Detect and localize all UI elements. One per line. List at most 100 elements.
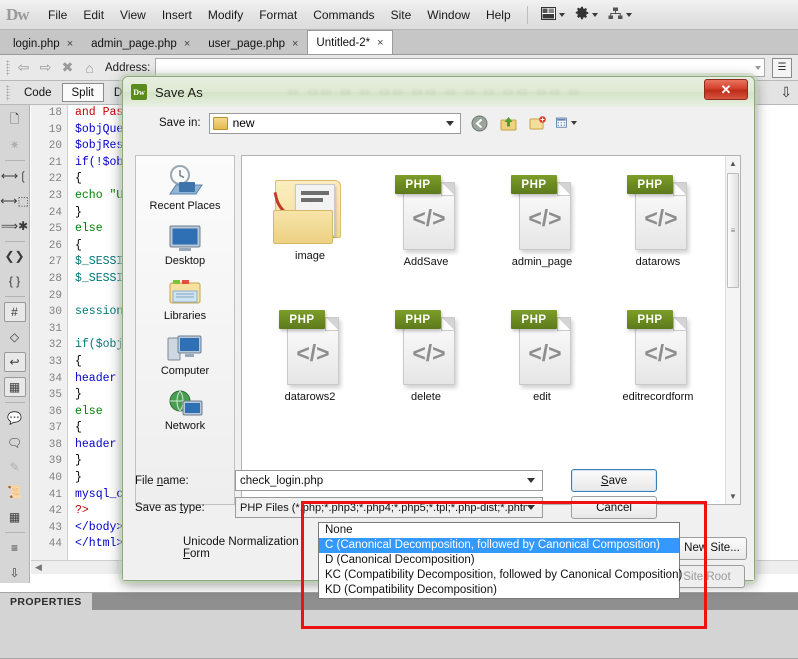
cancel-button[interactable]: Cancel (571, 496, 657, 519)
toolbar-grip[interactable] (6, 84, 10, 101)
close-button[interactable]: ✕ (704, 79, 748, 100)
word-wrap-icon[interactable]: ↩ (3, 352, 26, 372)
menu-view[interactable]: View (112, 4, 154, 26)
properties-tab[interactable]: PROPERTIES (0, 593, 92, 610)
collapse-selection-icon[interactable]: ⟷⬚ (0, 191, 29, 211)
syntax-color-icon[interactable]: ▦ (3, 376, 26, 397)
tab-label: login.php (13, 38, 60, 50)
expand-all-icon[interactable]: ⟹✱ (1, 216, 28, 236)
file-list-scrollbar[interactable]: ▲ ≡ ▼ (725, 156, 740, 504)
forward-icon[interactable]: ⇨ (37, 59, 54, 76)
views-icon[interactable] (555, 113, 577, 134)
balance-braces-icon[interactable]: { } (4, 271, 26, 291)
more-icon[interactable]: ⇩ (4, 563, 26, 583)
file-list[interactable]: image </> PHP AddSave </> PHP admin_page… (241, 155, 741, 505)
tab-user-page-php[interactable]: user_page.php × (199, 33, 308, 54)
new-document-icon[interactable]: 🗋 (4, 110, 26, 130)
save-in-combo[interactable]: new (208, 112, 461, 134)
stop-icon[interactable]: ✖ (59, 59, 76, 76)
highlight-code-icon[interactable]: ◇ (4, 327, 26, 347)
site-root-label: Site Root (683, 570, 731, 583)
close-icon[interactable]: × (67, 38, 73, 50)
dropdown-option-d[interactable]: D (Canonical Decomposition) (319, 553, 679, 568)
file-item-admin-page[interactable]: </> PHP admin_page (484, 166, 600, 301)
chevron-down-icon[interactable] (527, 505, 535, 510)
move-css-rules-icon[interactable]: ▦ (4, 507, 26, 527)
up-one-level-icon[interactable] (498, 113, 519, 134)
menu-format[interactable]: Format (251, 4, 305, 26)
file-item-edit[interactable]: </> PHP edit (484, 301, 600, 436)
menu-edit[interactable]: Edit (75, 4, 112, 26)
file-item-editrecordform[interactable]: </> PHP editrecordform (600, 301, 716, 436)
new-folder-icon[interactable] (527, 113, 548, 134)
tab-login-php[interactable]: login.php × (4, 33, 83, 54)
save-button[interactable]: Save (571, 469, 657, 492)
document-tab-bar: login.php × admin_page.php × user_page.p… (0, 30, 798, 55)
file-name-input[interactable]: check_login.php (235, 470, 543, 491)
file-management-icon[interactable]: ☰ (772, 57, 792, 78)
menu-site[interactable]: Site (383, 4, 420, 26)
view-button-split[interactable]: Split (61, 83, 104, 102)
menu-insert[interactable]: Insert (154, 4, 200, 26)
close-icon[interactable]: × (377, 37, 383, 49)
view-button-code[interactable]: Code (14, 83, 62, 102)
place-computer[interactable]: Computer (139, 331, 231, 380)
collapse-full-tag-icon[interactable]: ⟷❲ (1, 166, 28, 186)
new-site-label: New Site... (684, 542, 740, 554)
site-management-button[interactable] (603, 4, 637, 26)
tab-untitled-2[interactable]: Untitled-2* × (307, 30, 393, 54)
file-item-delete[interactable]: </> PHP delete (368, 301, 484, 436)
tab-admin-page-php[interactable]: admin_page.php × (82, 33, 200, 54)
unicode-normalization-dropdown[interactable]: None C (Canonical Decomposition, followe… (318, 522, 682, 599)
dialog-title-bar[interactable]: Dw Save As ▭ ▭▭ ▭ ▭ ▭▭ ▭▭ ▭ ▭ ▭ ▭▭ ▭▭ ▭ … (123, 77, 754, 107)
file-item-datarows[interactable]: </> PHP datarows (600, 166, 716, 301)
chevron-down-icon[interactable] (445, 120, 454, 126)
line-numbers-icon[interactable]: # (3, 302, 26, 323)
extend-settings-button[interactable] (570, 3, 603, 26)
place-network[interactable]: Network (139, 386, 231, 435)
indent-code-icon[interactable]: ≡ (4, 538, 26, 558)
apply-comment-icon[interactable]: 💬 (4, 408, 26, 428)
close-icon[interactable]: × (184, 38, 190, 50)
file-item-addsave[interactable]: </> PHP AddSave (368, 166, 484, 301)
select-parent-tag-icon[interactable]: ❮❯ (4, 247, 26, 267)
menu-help[interactable]: Help (478, 4, 519, 26)
home-icon[interactable]: ⌂ (81, 59, 98, 76)
back-icon[interactable]: ⇦ (15, 59, 32, 76)
dialog-title: Save As (155, 84, 203, 100)
close-icon[interactable]: × (292, 38, 298, 50)
file-name-label: File name: (135, 474, 189, 487)
dropdown-option-kd[interactable]: KD (Compatibility Decomposition) (319, 583, 679, 598)
remove-comment-icon[interactable]: 🗨 (4, 433, 26, 453)
chevron-down-icon[interactable] (527, 478, 535, 483)
dropdown-option-c[interactable]: C (Canonical Decomposition, followed by … (319, 538, 679, 553)
back-icon[interactable] (469, 113, 490, 134)
place-recent-places[interactable]: Recent Places (139, 162, 231, 215)
save-as-type-combo[interactable]: PHP Files (*.php;*.php3;*.php4;*.php5;*.… (235, 497, 543, 518)
place-desktop[interactable]: Desktop (139, 221, 231, 270)
menu-file[interactable]: File (40, 4, 75, 26)
layout-switcher-button[interactable] (536, 4, 570, 26)
code-glyph: </> (412, 205, 446, 231)
new-site-button[interactable]: New Site... (676, 536, 747, 560)
file-item-image[interactable]: image (252, 166, 368, 301)
save-as-type-label: Save as type: (135, 501, 205, 514)
chevron-down-icon[interactable] (570, 121, 577, 125)
dropdown-option-kc[interactable]: KC (Compatibility Decomposition, followe… (319, 568, 682, 583)
php-file-icon: </> PHP (511, 174, 573, 252)
file-item-datarows2[interactable]: </> PHP datarows2 (252, 301, 368, 436)
file-name-value: check_login.php (240, 474, 324, 487)
wrap-tag-icon[interactable]: ✎ (4, 458, 26, 478)
highlight-invalid-icon[interactable]: ✷ (4, 135, 26, 155)
toolbar-grip[interactable] (6, 59, 10, 76)
scroll-up-icon[interactable]: ▲ (726, 156, 741, 171)
place-libraries[interactable]: Libraries (139, 276, 231, 325)
menu-commands[interactable]: Commands (305, 4, 382, 26)
recent-snippets-icon[interactable]: 📜 (4, 482, 26, 502)
chevron-down-icon[interactable] (755, 65, 761, 70)
dropdown-option-none[interactable]: None (319, 523, 679, 538)
address-input[interactable] (155, 58, 765, 77)
scrollbar-thumb[interactable]: ≡ (727, 173, 739, 288)
menu-window[interactable]: Window (419, 4, 478, 26)
menu-modify[interactable]: Modify (200, 4, 251, 26)
